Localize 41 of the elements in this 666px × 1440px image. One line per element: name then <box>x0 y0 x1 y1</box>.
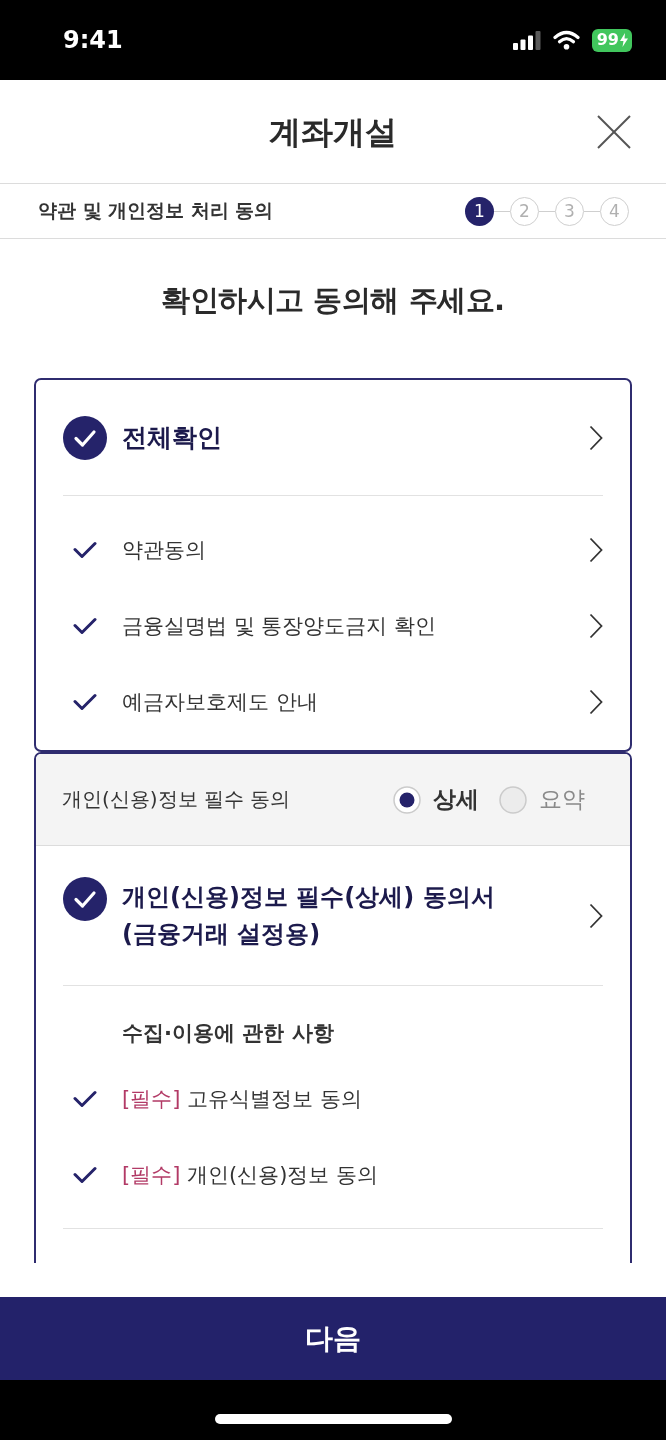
agreement-label: 약관동의 <box>122 537 207 564</box>
consent-item-label: [필수] 개인(신용)정보 동의 <box>122 1162 380 1189</box>
wifi-icon <box>552 30 580 50</box>
section-title: 수집·이용에 관한 사항 <box>121 1020 335 1047</box>
chevron-right-icon[interactable] <box>589 689 603 715</box>
step-indicator: 4 <box>600 196 629 226</box>
consent-item-label: [필수] 고유식별정보 동의 <box>122 1086 363 1113</box>
agreement-label: 금융실명법 및 통장양도금지 확인 <box>122 613 438 640</box>
check-circle-icon[interactable] <box>63 877 107 921</box>
radio-icon[interactable] <box>393 785 421 814</box>
chevron-right-icon[interactable] <box>589 613 603 639</box>
page-title: 계좌개설 <box>269 111 397 153</box>
check-icon[interactable] <box>73 617 97 635</box>
agree-all-label: 전체확인 <box>122 422 223 454</box>
next-button[interactable]: 다음 <box>0 1297 666 1380</box>
battery-percent: 99 <box>596 30 619 50</box>
radio-icon[interactable] <box>499 785 527 814</box>
step-indicator: 1 <box>465 196 494 226</box>
step-connector <box>494 210 510 212</box>
check-icon[interactable] <box>73 693 97 711</box>
document-title: 개인(신용)정보 필수(상세) 동의서 (금융거래 설정용) <box>122 882 496 950</box>
close-icon[interactable] <box>597 114 631 149</box>
signal-icon <box>512 30 541 50</box>
step-connector <box>539 210 555 212</box>
radio-option[interactable]: 상세 <box>393 784 479 815</box>
check-icon[interactable] <box>73 1090 97 1108</box>
chevron-right-icon[interactable] <box>589 903 603 929</box>
chevron-right-icon[interactable] <box>589 424 603 451</box>
check-icon[interactable] <box>73 1166 97 1184</box>
check-circle-icon[interactable] <box>63 415 107 460</box>
chevron-right-icon[interactable] <box>589 537 603 563</box>
instruction-heading: 확인하시고 동의해 주세요. <box>160 282 506 319</box>
check-icon[interactable] <box>73 541 97 559</box>
step-connector <box>584 210 600 212</box>
agreement-label: 예금자보호제도 안내 <box>122 689 319 716</box>
step-indicator: 3 <box>555 196 584 226</box>
step-indicator: 2 <box>510 196 539 226</box>
consent-title: 개인(신용)정보 필수 동의 <box>62 786 291 813</box>
status-time: 9:41 <box>63 25 123 55</box>
bolt-icon <box>620 33 628 47</box>
step-title: 약관 및 개인정보 처리 동의 <box>38 198 274 223</box>
